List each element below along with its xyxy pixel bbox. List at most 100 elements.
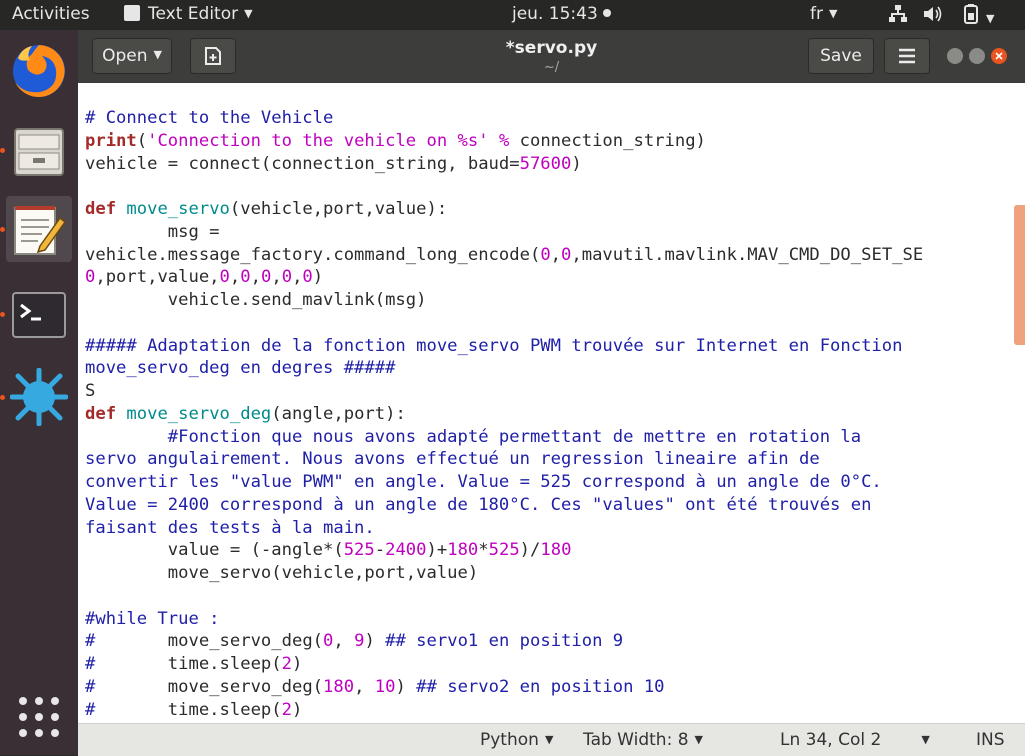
code-token: value = (-angle*( — [85, 540, 344, 561]
system-menu[interactable]: ▼ — [962, 4, 994, 29]
running-indicator — [0, 227, 5, 232]
minimize-button[interactable] — [947, 48, 963, 64]
code-token-cm: # — [85, 676, 96, 697]
code-line[interactable]: move_servo_deg en degres ##### — [85, 357, 923, 380]
code-line[interactable]: move_servo(vehicle,port,value) — [85, 562, 923, 585]
code-line[interactable]: def move_servo_deg(angle,port): — [85, 403, 923, 426]
code-token-cm: faisant des tests à la main. — [85, 517, 375, 538]
code-line[interactable]: msg = — [85, 221, 923, 244]
code-line[interactable]: value = (-angle*(525-2400)+180*525)/180 — [85, 539, 923, 562]
code-token: (vehicle,port,value): — [229, 199, 448, 219]
code-text-area[interactable]: # Connect to the Vehicle print('Connectio… — [85, 107, 923, 721]
code-token-cm: # — [85, 654, 96, 674]
code-token: ( — [136, 130, 148, 151]
code-token: S — [85, 381, 96, 401]
chevron-down-icon: ▼ — [921, 733, 930, 746]
battery-icon — [964, 4, 978, 24]
cursor-position-selector[interactable]: Ln 34, Col 2 ▼ — [780, 730, 930, 750]
code-token-nm: 0 — [260, 267, 272, 288]
code-token-cm: #while True : — [85, 608, 220, 629]
code-line[interactable]: vehicle.send_mavlink(msg) — [85, 289, 923, 312]
code-line[interactable]: #Fonction que nous avons adapté permetta… — [85, 426, 923, 449]
code-line[interactable] — [85, 585, 923, 608]
code-token: ) — [291, 654, 303, 674]
activities-button[interactable]: Activities — [12, 4, 90, 24]
code-token-cm: Value = 2400 correspond à un angle de 18… — [85, 494, 872, 515]
tab-width-selector[interactable]: Tab Width: 8 ▼ — [583, 730, 703, 750]
app-grid-icon — [19, 697, 59, 737]
code-token: vehicle = connect(connection_string, bau… — [85, 153, 520, 174]
code-token-nm: 180 — [447, 540, 479, 561]
code-token-cm: ##### Adaptation de la fonction move_ser… — [85, 335, 903, 356]
header-bar: Open ▼ *servo.py ~/ Save — [78, 30, 1025, 83]
code-line[interactable]: S — [85, 380, 923, 403]
running-indicator — [0, 395, 5, 400]
code-token-cm: ## servo2 en position 10 — [416, 676, 665, 697]
code-line[interactable]: vehicle.message_factory.command_long_enc… — [85, 244, 923, 267]
document-title: *servo.py — [505, 38, 598, 58]
code-token: move_servo_deg( — [95, 676, 324, 697]
code-line[interactable]: convertir les "value PWM" en angle. Valu… — [85, 471, 923, 494]
chevron-down-icon: ▼ — [986, 12, 995, 25]
clock[interactable]: jeu. 15:43 — [512, 4, 611, 24]
code-token: msg = — [85, 221, 220, 242]
clock-label: jeu. 15:43 — [512, 4, 598, 24]
code-token: , — [354, 676, 375, 697]
code-token-nm: 0 — [323, 631, 334, 652]
code-token: vehicle.send_mavlink(msg) — [85, 290, 427, 310]
code-line[interactable]: servo angulairement. Nous avons effectué… — [85, 448, 923, 471]
spyder-launcher[interactable] — [6, 364, 72, 430]
code-token-nm: 0 — [240, 267, 251, 288]
save-button[interactable]: Save — [808, 38, 874, 74]
code-token-nm: 180 — [540, 540, 572, 561]
code-line[interactable]: def move_servo(vehicle,port,value): — [85, 198, 923, 221]
top-bar: Activities Text Editor ▼ jeu. 15:43 fr ▼ ▼ — [0, 0, 1025, 30]
code-token-st: 'Connection to the vehicle on %s' — [147, 130, 489, 151]
network-icon[interactable] — [888, 4, 908, 29]
code-line[interactable]: # Connect to the Vehicle — [85, 107, 923, 130]
insert-mode-indicator: INS — [976, 730, 1005, 750]
files-launcher[interactable] — [6, 118, 72, 184]
code-token: - — [374, 540, 386, 561]
code-line[interactable]: 0,port,value,0,0,0,0,0) — [85, 266, 923, 289]
code-token: , — [271, 267, 282, 288]
language-indicator[interactable]: fr ▼ — [810, 4, 837, 24]
volume-icon[interactable] — [922, 4, 944, 29]
code-line[interactable]: #while True : — [85, 608, 923, 631]
code-line[interactable]: # time.sleep(2) — [85, 699, 923, 722]
code-token-kw: print — [85, 130, 137, 151]
code-line[interactable]: # time.sleep(2) — [85, 653, 923, 676]
menu-button[interactable] — [884, 38, 930, 74]
code-editor[interactable]: # Connect to the Vehicle print('Connectio… — [78, 83, 1025, 723]
running-indicator — [0, 312, 5, 317]
firefox-launcher[interactable] — [6, 38, 72, 104]
code-line[interactable]: ##### Adaptation de la fonction move_ser… — [85, 335, 923, 358]
code-token: (angle,port): — [271, 403, 406, 424]
code-line[interactable]: # move_servo_deg(0, 9) ## servo1 en posi… — [85, 630, 923, 653]
code-token-st: % — [488, 130, 520, 151]
text-editor-launcher[interactable] — [6, 196, 72, 262]
close-button[interactable] — [991, 48, 1007, 64]
text-editor-icon — [124, 5, 140, 21]
code-token: , — [250, 267, 261, 288]
code-token: , — [292, 267, 303, 288]
notification-dot-icon — [602, 9, 611, 17]
code-line[interactable]: # move_servo_deg(180, 10) ## servo2 en p… — [85, 676, 923, 699]
code-token: connection_string) — [519, 130, 706, 151]
code-line[interactable]: vehicle = connect(connection_string, bau… — [85, 153, 923, 176]
chevron-down-icon: ▼ — [544, 733, 554, 746]
app-menu[interactable]: Text Editor ▼ — [124, 4, 253, 24]
code-line[interactable]: Value = 2400 correspond à un angle de 18… — [85, 494, 923, 517]
code-line[interactable] — [85, 312, 923, 335]
terminal-launcher[interactable] — [6, 282, 72, 348]
maximize-button[interactable] — [969, 48, 985, 64]
code-line[interactable]: print('Connection to the vehicle on %s' … — [85, 130, 923, 153]
code-line[interactable] — [85, 175, 923, 198]
hamburger-menu-icon — [899, 48, 915, 64]
code-token-cm: # Connect to the Vehicle — [85, 108, 334, 128]
scrollbar-thumb[interactable] — [1014, 205, 1025, 345]
language-selector[interactable]: Python ▼ — [480, 730, 553, 750]
code-line[interactable]: faisant des tests à la main. — [85, 517, 923, 540]
show-applications-button[interactable] — [6, 684, 72, 750]
